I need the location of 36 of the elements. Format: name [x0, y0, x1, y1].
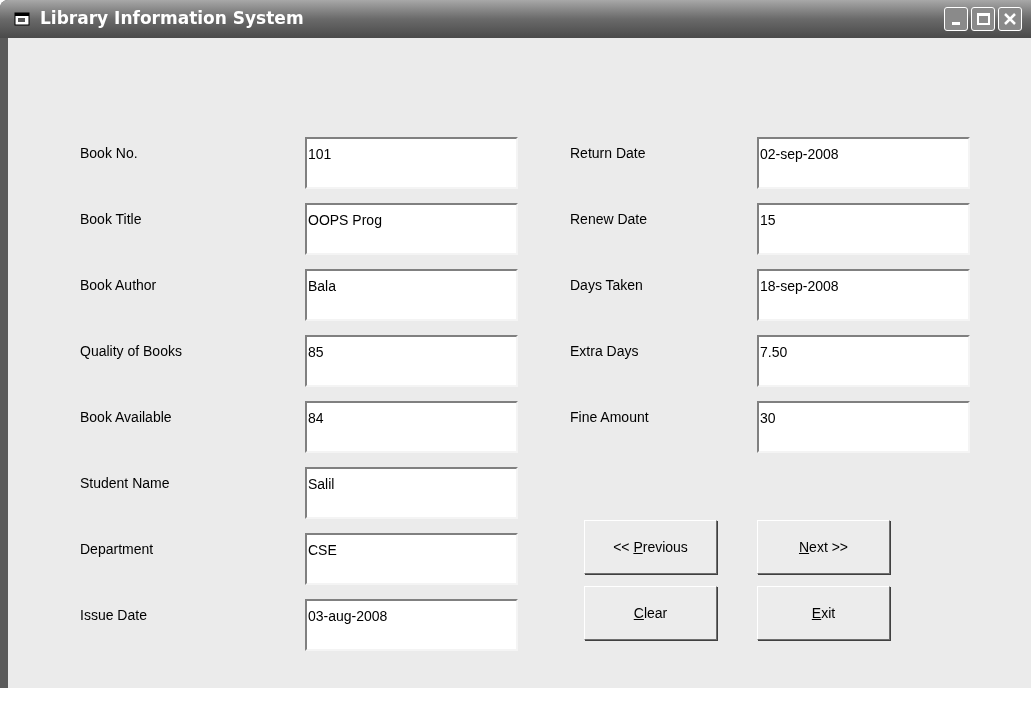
form-button[interactable]: Next >> [757, 520, 890, 574]
window-icon [14, 12, 30, 26]
text-field[interactable]: OOPS Prog [305, 203, 518, 255]
field-label: Book Available [80, 408, 173, 427]
text-field[interactable]: 03-aug-2008 [305, 599, 518, 651]
form-button[interactable]: Exit [757, 586, 890, 640]
text-field[interactable]: Bala [305, 269, 518, 321]
field-label: Extra Days [570, 342, 640, 361]
field-label: Book Title [80, 210, 143, 229]
close-icon [1003, 12, 1017, 26]
field-label: Issue Date [80, 606, 148, 625]
field-label: Quality of Books [80, 342, 183, 361]
close-button[interactable] [998, 7, 1022, 31]
field-label: Book No. [80, 144, 139, 163]
field-label: Student Name [80, 474, 171, 493]
minimize-button[interactable] [944, 7, 968, 31]
text-field[interactable]: 85 [305, 335, 518, 387]
text-field[interactable]: 101 [305, 137, 518, 189]
form-button[interactable]: << Previous [584, 520, 717, 574]
maximize-button[interactable] [971, 7, 995, 31]
field-label: Renew Date [570, 210, 649, 229]
text-field[interactable]: 15 [757, 203, 970, 255]
text-field[interactable]: 7.50 [757, 335, 970, 387]
text-field[interactable]: 30 [757, 401, 970, 453]
text-field[interactable]: 18-sep-2008 [757, 269, 970, 321]
text-field[interactable]: Salil [305, 467, 518, 519]
field-label: Fine Amount [570, 408, 650, 427]
window-title: Library Information System [40, 7, 304, 31]
form-button[interactable]: Clear [584, 586, 717, 640]
text-field[interactable]: 02-sep-2008 [757, 137, 970, 189]
field-label: Days Taken [570, 276, 644, 295]
field-label: Department [80, 540, 155, 559]
text-field[interactable]: CSE [305, 533, 518, 585]
field-label: Return Date [570, 144, 647, 163]
field-label: Book Author [80, 276, 158, 295]
text-field[interactable]: 84 [305, 401, 518, 453]
